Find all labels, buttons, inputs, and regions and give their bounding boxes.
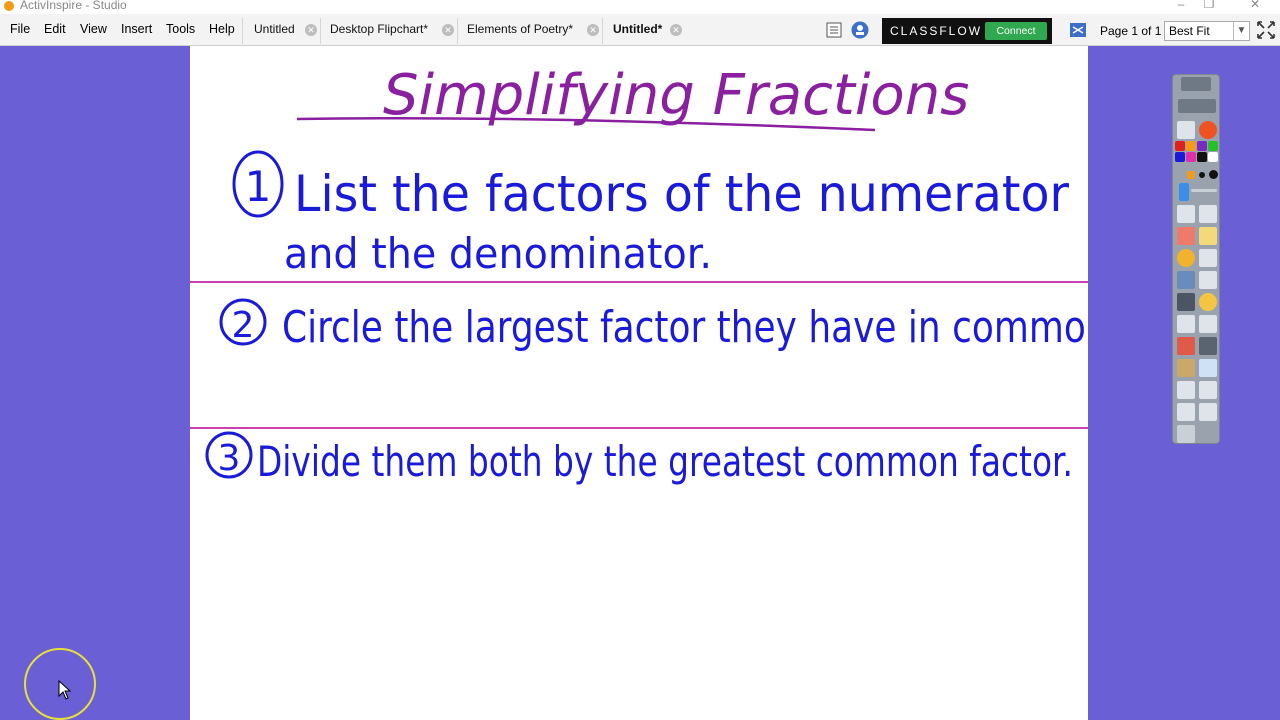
step-2-number: 2: [232, 305, 255, 346]
menu-help[interactable]: Help: [209, 22, 235, 36]
next-page-icon[interactable]: [1199, 403, 1217, 421]
menu-tools[interactable]: Tools: [166, 22, 195, 36]
tab-elements-of-poetry[interactable]: Elements of Poetry*: [467, 22, 573, 36]
classflow-logo: CLASSFLOW: [890, 24, 983, 38]
clock-icon[interactable]: [1199, 293, 1217, 311]
activinspire-window: ActivInspire - Studio – ❐ ✕ File Edit Vi…: [0, 0, 1280, 720]
classflow-panel: CLASSFLOW Connect: [882, 18, 1052, 44]
tab-desktop-flipchart[interactable]: Desktop Flipchart*: [330, 22, 428, 36]
color-green-swatch[interactable]: [1208, 141, 1218, 151]
activinspire-toolbox[interactable]: [1172, 74, 1220, 444]
classflow-connect-button[interactable]: Connect: [985, 22, 1047, 40]
tab-close-icon[interactable]: ✕: [442, 24, 454, 36]
menu-insert[interactable]: Insert: [121, 22, 152, 36]
divider: [242, 18, 243, 44]
menu-edit[interactable]: Edit: [44, 22, 66, 36]
step-1-number: 1: [245, 162, 272, 211]
fill-icon[interactable]: [1177, 271, 1195, 289]
pen-width-large[interactable]: [1209, 170, 1218, 179]
color-purple-swatch[interactable]: [1197, 141, 1207, 151]
revealer-icon[interactable]: [1177, 315, 1195, 333]
mouse-cursor-icon: [58, 680, 72, 700]
zoom-value: Best Fit: [1169, 24, 1210, 38]
color-red-swatch[interactable]: [1175, 141, 1185, 151]
color-pink-swatch[interactable]: [1186, 152, 1196, 162]
note-icon[interactable]: [1177, 359, 1195, 377]
tab-close-icon[interactable]: ✕: [670, 24, 682, 36]
step-3-line1: Divide them both by the greatest common …: [257, 437, 1073, 486]
tab-untitled-active[interactable]: Untitled*: [613, 22, 662, 36]
color-orange-swatch[interactable]: [1186, 141, 1196, 151]
color-white-swatch[interactable]: [1208, 152, 1218, 162]
select-arrow-icon[interactable]: [1177, 205, 1195, 223]
minimize-button[interactable]: –: [1166, 0, 1196, 11]
divider: [602, 18, 603, 44]
app-logo-icon: [4, 1, 14, 11]
page-notes-icon[interactable]: [824, 20, 844, 40]
network-icon[interactable]: [850, 20, 870, 40]
toolbox-header[interactable]: [1181, 77, 1211, 91]
pen-width-medium[interactable]: [1199, 172, 1205, 178]
menu-view[interactable]: View: [80, 22, 107, 36]
step-1-line1: List the factors of the numerator: [294, 165, 1069, 223]
close-window-button[interactable]: ✕: [1240, 0, 1270, 11]
spotlight-icon[interactable]: [1199, 315, 1217, 333]
dual-user-icon[interactable]: [1068, 20, 1088, 40]
main-menu-icon[interactable]: [1177, 121, 1195, 139]
text-icon[interactable]: [1199, 249, 1217, 267]
grid-icon[interactable]: [1199, 337, 1217, 355]
undo-icon[interactable]: [1177, 381, 1195, 399]
menu-tab-bar: File Edit View Insert Tools Help Untitle…: [0, 14, 1280, 46]
step-2-line1: Circle the largest factor they have in c…: [282, 302, 1088, 353]
shape-icon[interactable]: [1177, 249, 1195, 267]
highlighter-icon[interactable]: [1199, 227, 1217, 245]
browser-icon[interactable]: [1199, 121, 1217, 139]
color-blue-swatch[interactable]: [1175, 152, 1185, 162]
tab-untitled[interactable]: Untitled: [254, 22, 295, 36]
window-title: ActivInspire - Studio: [20, 0, 127, 12]
divider: [320, 18, 321, 44]
title-bar: ActivInspire - Studio – ❐ ✕: [0, 0, 1280, 14]
width-slider-track: [1191, 189, 1217, 192]
eraser-icon[interactable]: [1177, 227, 1195, 245]
print-icon[interactable]: [1199, 271, 1217, 289]
share-icon[interactable]: [1178, 99, 1216, 113]
page-indicator: Page 1 of 1: [1100, 24, 1162, 38]
previous-page-icon[interactable]: [1177, 403, 1195, 421]
pen-width-small[interactable]: [1187, 171, 1195, 179]
width-slider[interactable]: [1179, 183, 1189, 201]
settings-icon[interactable]: [1177, 425, 1195, 443]
maximize-button[interactable]: ❐: [1194, 0, 1224, 11]
color-black-swatch[interactable]: [1197, 152, 1207, 162]
resource-icon[interactable]: [1177, 337, 1195, 355]
divider: [457, 18, 458, 44]
fullscreen-icon[interactable]: [1256, 20, 1276, 40]
tab-close-icon[interactable]: ✕: [587, 24, 599, 36]
tab-close-icon[interactable]: ✕: [305, 24, 317, 36]
chevron-down-icon[interactable]: ▼: [1233, 22, 1249, 40]
ruler-icon[interactable]: [1199, 359, 1217, 377]
zoom-dropdown[interactable]: Best Fit ▼: [1164, 21, 1250, 41]
step-1-line2: and the denominator.: [284, 229, 712, 278]
camera-icon[interactable]: [1177, 293, 1195, 311]
step-3-number: 3: [218, 438, 241, 479]
redo-icon[interactable]: [1199, 381, 1217, 399]
flipchart-page[interactable]: Simplifying Fractions 1 List the factors…: [190, 46, 1088, 720]
menu-file[interactable]: File: [10, 22, 30, 36]
pen-icon[interactable]: [1199, 205, 1217, 223]
flipchart-canvas[interactable]: Simplifying Fractions 1 List the factors…: [190, 46, 1088, 720]
